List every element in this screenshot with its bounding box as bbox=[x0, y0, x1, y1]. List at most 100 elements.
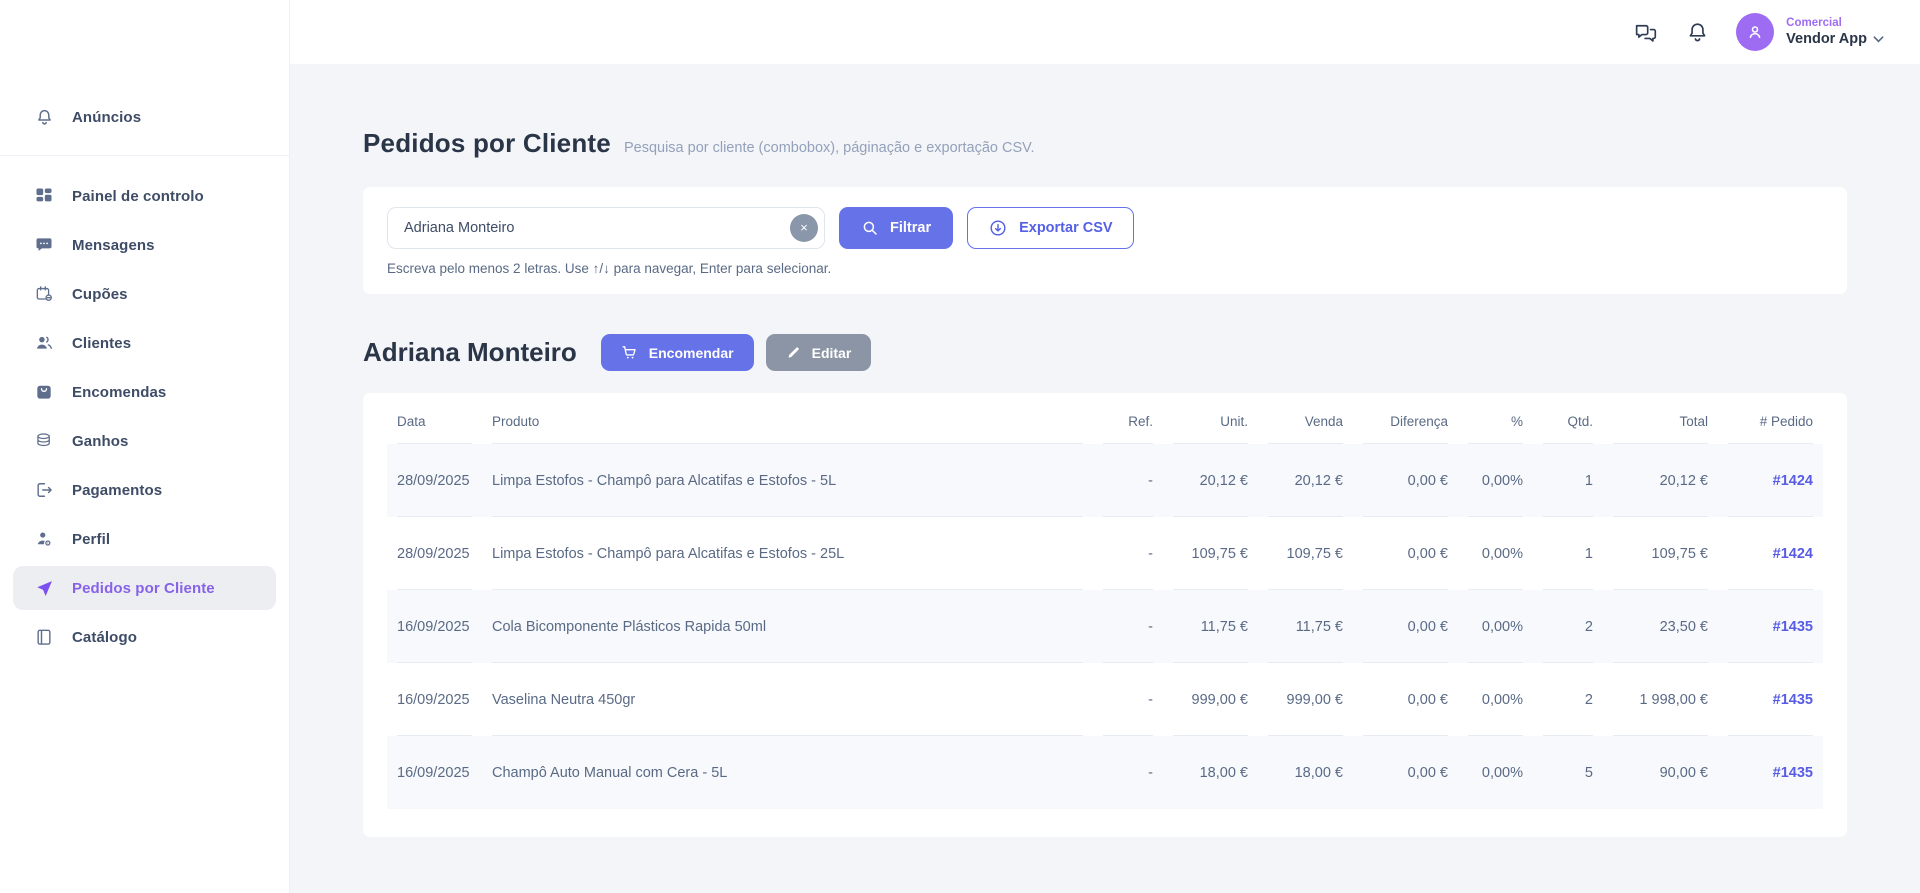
cell-product: Limpa Estofos - Champô para Alcatifas e … bbox=[482, 444, 1093, 517]
cell-unit: 109,75 € bbox=[1163, 517, 1258, 590]
search-hint: Escreva pelo menos 2 letras. Use ↑/↓ par… bbox=[387, 261, 1823, 276]
sidebar-item-mensagens[interactable]: Mensagens bbox=[13, 223, 276, 267]
client-search-input[interactable] bbox=[387, 207, 825, 249]
cell-pct: 0,00% bbox=[1458, 444, 1533, 517]
sidebar-item-label: Pedidos por Cliente bbox=[72, 580, 215, 597]
page-subtitle: Pesquisa por cliente (combobox), páginaç… bbox=[624, 140, 1035, 156]
cell-qtd: 2 bbox=[1533, 590, 1603, 663]
client-name: Adriana Monteiro bbox=[363, 337, 577, 368]
sidebar-item-catalogo[interactable]: Catálogo bbox=[13, 615, 276, 659]
cell-diferenca: 0,00 € bbox=[1353, 444, 1458, 517]
cell-pct: 0,00% bbox=[1458, 736, 1533, 809]
cell-ref: - bbox=[1093, 736, 1163, 809]
page-title: Pedidos por Cliente bbox=[363, 128, 611, 159]
cell-diferenca: 0,00 € bbox=[1353, 663, 1458, 736]
cell-pct: 0,00% bbox=[1458, 590, 1533, 663]
messages-icon bbox=[33, 234, 55, 256]
cell-pedido: #1424 bbox=[1718, 444, 1823, 517]
chat-icon[interactable] bbox=[1632, 19, 1658, 45]
sidebar-item-label: Ganhos bbox=[72, 433, 128, 450]
order-button[interactable]: Encomendar bbox=[601, 334, 754, 371]
cell-date: 28/09/2025 bbox=[387, 444, 482, 517]
search-box: × bbox=[387, 207, 825, 249]
clear-search-icon[interactable]: × bbox=[790, 214, 818, 242]
orders-table-body: 28/09/2025 Limpa Estofos - Champô para A… bbox=[387, 444, 1823, 809]
bell-icon bbox=[33, 106, 55, 128]
cell-product: Limpa Estofos - Champô para Alcatifas e … bbox=[482, 517, 1093, 590]
sidebar-item-label: Painel de controlo bbox=[72, 188, 204, 205]
order-link[interactable]: #1435 bbox=[1773, 765, 1813, 781]
col-header-pedido: # Pedido bbox=[1718, 399, 1823, 444]
sidebar-item-painel[interactable]: Painel de controlo bbox=[13, 174, 276, 218]
sidebar: Anúncios Painel de controlo Mensagens Cu… bbox=[0, 0, 290, 893]
sidebar-item-encomendas[interactable]: Encomendas bbox=[13, 370, 276, 414]
col-header-unit: Unit. bbox=[1163, 399, 1258, 444]
account-menu[interactable]: Comercial Vendor App bbox=[1736, 13, 1884, 51]
sidebar-item-pagamentos[interactable]: Pagamentos bbox=[13, 468, 276, 512]
sidebar-item-ganhos[interactable]: Ganhos bbox=[13, 419, 276, 463]
export-csv-button[interactable]: Exportar CSV bbox=[967, 207, 1133, 249]
account-name: Vendor App bbox=[1786, 30, 1867, 48]
cell-ref: - bbox=[1093, 444, 1163, 517]
cell-pedido: #1435 bbox=[1718, 663, 1823, 736]
sidebar-item-pedidos-por-cliente[interactable]: Pedidos por Cliente bbox=[13, 566, 276, 610]
orders-table-card: Data Produto Ref. Unit. Venda Diferença … bbox=[363, 393, 1847, 837]
table-row: 16/09/2025 Cola Bicomponente Plásticos R… bbox=[387, 590, 1823, 663]
cell-venda: 11,75 € bbox=[1258, 590, 1353, 663]
cell-pct: 0,00% bbox=[1458, 663, 1533, 736]
app-root: Anúncios Painel de controlo Mensagens Cu… bbox=[0, 0, 1920, 893]
col-header-total: Total bbox=[1603, 399, 1718, 444]
cell-unit: 999,00 € bbox=[1163, 663, 1258, 736]
cell-diferenca: 0,00 € bbox=[1353, 590, 1458, 663]
cell-total: 109,75 € bbox=[1603, 517, 1718, 590]
payments-icon bbox=[33, 479, 55, 501]
cell-date: 16/09/2025 bbox=[387, 663, 482, 736]
clients-icon bbox=[33, 332, 55, 354]
bag-icon bbox=[33, 381, 55, 403]
cell-total: 20,12 € bbox=[1603, 444, 1718, 517]
dashboard-icon bbox=[33, 185, 55, 207]
col-header-produto: Produto bbox=[482, 399, 1093, 444]
cell-date: 16/09/2025 bbox=[387, 590, 482, 663]
notifications-bell-icon[interactable] bbox=[1684, 19, 1710, 45]
cell-ref: - bbox=[1093, 663, 1163, 736]
cell-product: Champô Auto Manual com Cera - 5L bbox=[482, 736, 1093, 809]
cell-date: 16/09/2025 bbox=[387, 736, 482, 809]
client-row: Adriana Monteiro Encomendar Editar bbox=[363, 334, 1847, 371]
cell-venda: 999,00 € bbox=[1258, 663, 1353, 736]
table-header-row: Data Produto Ref. Unit. Venda Diferença … bbox=[387, 399, 1823, 444]
sidebar-item-label: Clientes bbox=[72, 335, 131, 352]
cell-ref: - bbox=[1093, 517, 1163, 590]
sidebar-item-anuncios[interactable]: Anúncios bbox=[13, 95, 276, 139]
order-link[interactable]: #1424 bbox=[1773, 473, 1813, 489]
sidebar-item-label: Catálogo bbox=[72, 629, 137, 646]
sidebar-item-label: Mensagens bbox=[72, 237, 155, 254]
cell-venda: 20,12 € bbox=[1258, 444, 1353, 517]
cell-qtd: 5 bbox=[1533, 736, 1603, 809]
sidebar-item-label: Perfil bbox=[72, 531, 110, 548]
sidebar-item-label: Cupões bbox=[72, 286, 128, 303]
sidebar-item-cupoes[interactable]: Cupões bbox=[13, 272, 276, 316]
cell-pedido: #1435 bbox=[1718, 590, 1823, 663]
cell-product: Vaselina Neutra 450gr bbox=[482, 663, 1093, 736]
edit-button[interactable]: Editar bbox=[766, 334, 872, 371]
col-header-diferenca: Diferença bbox=[1353, 399, 1458, 444]
avatar bbox=[1736, 13, 1774, 51]
col-header-data: Data bbox=[387, 399, 482, 444]
page-head: Pedidos por Cliente Pesquisa por cliente… bbox=[363, 128, 1847, 159]
cell-qtd: 2 bbox=[1533, 663, 1603, 736]
cell-unit: 11,75 € bbox=[1163, 590, 1258, 663]
cell-unit: 20,12 € bbox=[1163, 444, 1258, 517]
order-link[interactable]: #1435 bbox=[1773, 692, 1813, 708]
sidebar-item-perfil[interactable]: Perfil bbox=[13, 517, 276, 561]
sidebar-item-label: Pagamentos bbox=[72, 482, 162, 499]
order-link[interactable]: #1424 bbox=[1773, 546, 1813, 562]
cell-unit: 18,00 € bbox=[1163, 736, 1258, 809]
sidebar-divider bbox=[0, 155, 289, 156]
order-link[interactable]: #1435 bbox=[1773, 619, 1813, 635]
cell-qtd: 1 bbox=[1533, 517, 1603, 590]
cell-date: 28/09/2025 bbox=[387, 517, 482, 590]
sidebar-item-clientes[interactable]: Clientes bbox=[13, 321, 276, 365]
table-row: 16/09/2025 Champô Auto Manual com Cera -… bbox=[387, 736, 1823, 809]
filter-button[interactable]: Filtrar bbox=[839, 207, 953, 249]
